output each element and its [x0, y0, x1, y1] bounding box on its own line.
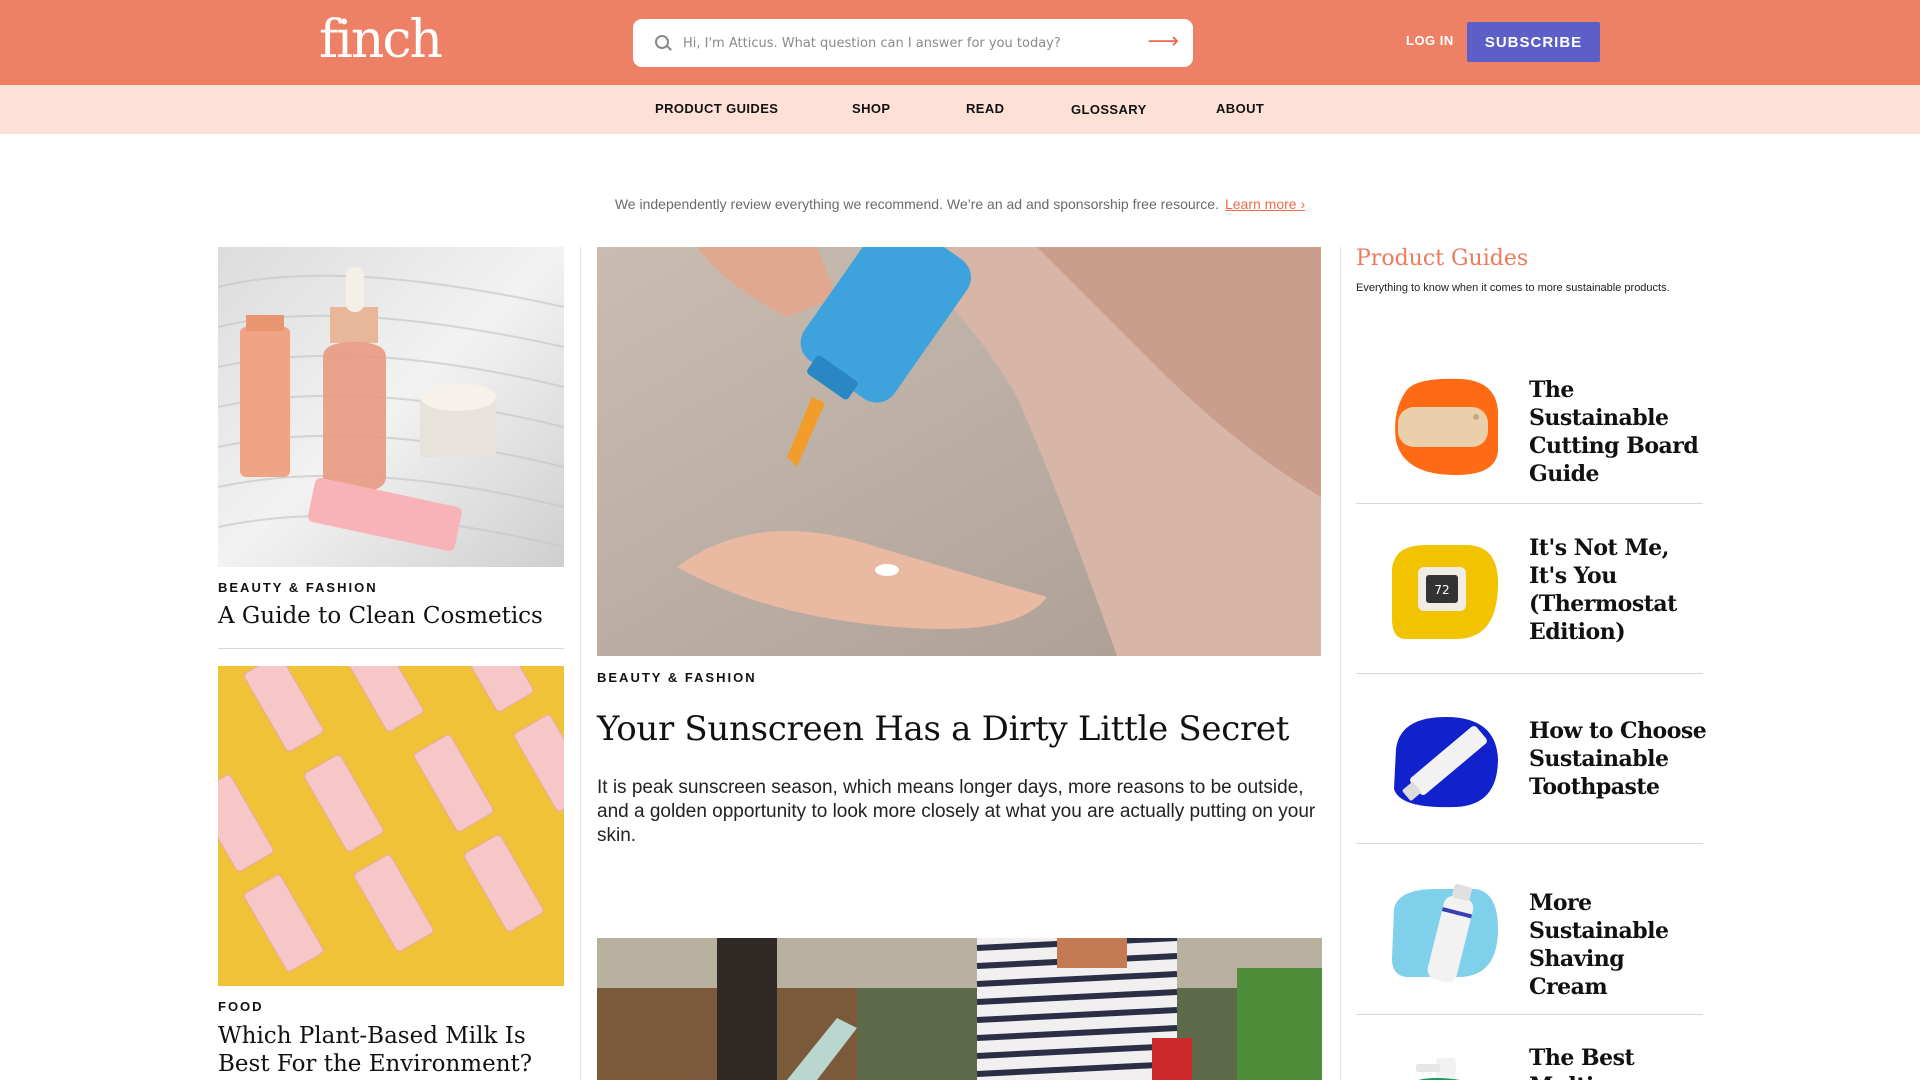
shaving-cream-icon	[1392, 884, 1498, 983]
plant-milk-image[interactable]	[218, 666, 564, 986]
article-title[interactable]: A Guide to Clean Cosmetics	[218, 603, 568, 629]
product-guides-title[interactable]: Product Guides	[1356, 246, 1528, 271]
farmers-market-image[interactable]	[597, 938, 1322, 1080]
divider	[218, 648, 564, 649]
cutting-board-icon	[1395, 378, 1498, 475]
article-title[interactable]: Which Plant-Based Milk Is Best For the E…	[218, 1022, 568, 1078]
divider	[1356, 673, 1703, 674]
finch-logo[interactable]: finch	[319, 10, 443, 70]
notice-text: We independently review everything we re…	[614, 196, 1219, 212]
feature-excerpt: It is peak sunscreen season, which means…	[597, 777, 1316, 846]
clean-cosmetics-image[interactable]	[218, 247, 564, 567]
search-icon	[655, 35, 671, 51]
toothpaste-icon	[1394, 717, 1498, 808]
divider	[1356, 1014, 1703, 1015]
search-submit-arrow-icon[interactable]: ⟶	[1147, 31, 1179, 53]
guide-title[interactable]: More Sustainable Shaving Cream	[1529, 889, 1709, 1001]
thermostat-icon: 72	[1392, 545, 1498, 639]
divider	[1356, 503, 1703, 504]
spray-bottle-icon	[1416, 1058, 1460, 1080]
divider	[1356, 843, 1703, 844]
top-header: finch ⟶ LOG IN SUBSCRIBE	[0, 0, 1920, 85]
thermostat-display: 72	[1434, 583, 1449, 597]
login-link[interactable]: LOG IN	[1406, 33, 1454, 48]
feature-title[interactable]: Your Sunscreen Has a Dirty Little Secret	[597, 709, 1321, 749]
nav-shop[interactable]: SHOP	[852, 101, 890, 116]
column-divider	[580, 247, 581, 1080]
learn-more-link[interactable]: Learn more ›	[1225, 196, 1305, 212]
guide-title[interactable]: How to Choose Sustainable Toothpaste	[1529, 717, 1709, 801]
editorial-notice: We independently review everything we re…	[0, 196, 1920, 212]
guide-item[interactable]: More Sustainable Shaving Cream	[1356, 859, 1703, 1013]
column-divider	[1340, 247, 1341, 1080]
nav-about[interactable]: ABOUT	[1216, 101, 1264, 116]
feature-category: BEAUTY & FASHION	[597, 670, 757, 685]
product-guides-subtitle: Everything to know when it comes to more…	[1356, 282, 1670, 294]
nav-read[interactable]: READ	[966, 101, 1004, 116]
search-input[interactable]	[683, 35, 1123, 51]
nav-glossary[interactable]: GLOSSARY	[1071, 102, 1147, 117]
guide-title[interactable]: The Sustainable Cutting Board Guide	[1529, 376, 1709, 488]
nav-product-guides[interactable]: PRODUCT GUIDES	[655, 101, 778, 116]
sunscreen-feature-image[interactable]	[597, 247, 1321, 656]
guide-item[interactable]: The Best Multi-	[1356, 1030, 1703, 1080]
guide-title[interactable]: The Best Multi-	[1529, 1044, 1703, 1080]
main-nav: PRODUCT GUIDES SHOP READ GLOSSARY ABOUT	[0, 85, 1920, 134]
guide-item[interactable]: The Sustainable Cutting Board Guide	[1356, 361, 1703, 503]
article-category: FOOD	[218, 999, 264, 1014]
article-category: BEAUTY & FASHION	[218, 580, 378, 595]
subscribe-button[interactable]: SUBSCRIBE	[1467, 22, 1600, 62]
guide-title[interactable]: It's Not Me, It's You (Thermostat Editio…	[1529, 534, 1709, 646]
guide-item[interactable]: How to Choose Sustainable Toothpaste	[1356, 689, 1707, 843]
search-bar[interactable]: ⟶	[633, 19, 1193, 67]
guide-item[interactable]: 72 It's Not Me, It's You (Thermostat Edi…	[1356, 519, 1703, 673]
